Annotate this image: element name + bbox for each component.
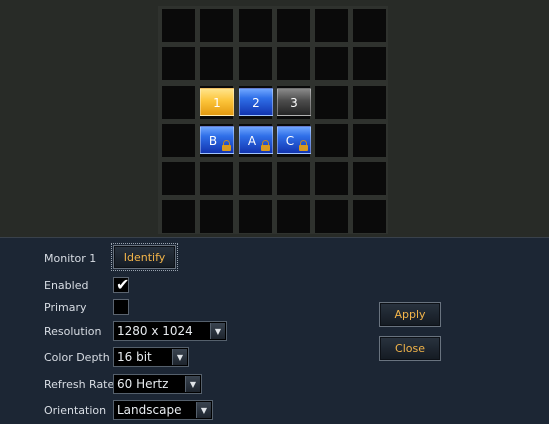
- resolution-label: Resolution: [44, 325, 102, 338]
- grid-cell[interactable]: [277, 47, 310, 80]
- color-depth-label: Color Depth: [44, 351, 110, 364]
- grid-cell[interactable]: [353, 162, 386, 195]
- grid-cell[interactable]: [353, 86, 386, 119]
- monitor-arrangement-preview: 1 2 3 B A C: [0, 0, 549, 238]
- lock-icon: [299, 140, 308, 151]
- enabled-label: Enabled: [44, 279, 89, 292]
- orientation-value: Landscape: [117, 403, 182, 417]
- chevron-down-icon[interactable]: ▼: [196, 402, 211, 418]
- grid-cell[interactable]: [200, 9, 233, 42]
- lock-icon: [261, 140, 270, 151]
- grid-cell[interactable]: [353, 47, 386, 80]
- monitor-tile-2[interactable]: 2: [239, 88, 273, 116]
- refresh-rate-label: Refresh Rate: [44, 378, 115, 391]
- grid-cell[interactable]: [162, 200, 195, 233]
- grid-cell[interactable]: [162, 86, 195, 119]
- monitor-tile-label: 2: [252, 96, 260, 110]
- monitor-tile-label: A: [247, 134, 257, 148]
- monitor-tile-label: 1: [213, 96, 221, 110]
- grid-cell[interactable]: [277, 200, 310, 233]
- color-depth-value: 16 bit: [117, 350, 152, 364]
- monitor-tile-a[interactable]: A: [239, 126, 273, 154]
- grid-cell[interactable]: [200, 47, 233, 80]
- grid-cell[interactable]: [315, 47, 348, 80]
- grid-cell[interactable]: [315, 162, 348, 195]
- grid-cell[interactable]: [353, 9, 386, 42]
- grid-cell[interactable]: [162, 162, 195, 195]
- orientation-select[interactable]: Landscape ▼: [113, 400, 213, 420]
- close-button[interactable]: Close: [379, 336, 441, 361]
- grid-cell[interactable]: [239, 47, 272, 80]
- monitor-tile-b[interactable]: B: [200, 126, 234, 154]
- orientation-label: Orientation: [44, 404, 107, 417]
- grid-cell[interactable]: [353, 200, 386, 233]
- grid-cell[interactable]: [315, 124, 348, 157]
- monitor-tile-1[interactable]: 1: [200, 88, 234, 116]
- grid-cell[interactable]: [239, 9, 272, 42]
- color-depth-select[interactable]: 16 bit ▼: [113, 347, 189, 367]
- resolution-value: 1280 x 1024: [117, 324, 193, 338]
- monitor-grid: 1 2 3 B A C: [158, 6, 388, 234]
- apply-button[interactable]: Apply: [379, 302, 441, 327]
- grid-cell[interactable]: [315, 200, 348, 233]
- grid-cell[interactable]: [277, 162, 310, 195]
- lock-icon: [222, 140, 231, 151]
- refresh-rate-value: 60 Hertz: [117, 377, 169, 391]
- grid-cell[interactable]: [315, 86, 348, 119]
- check-icon: ✔: [116, 275, 130, 294]
- grid-cell[interactable]: [162, 124, 195, 157]
- monitor-tile-label: C: [285, 134, 295, 148]
- grid-cell[interactable]: [162, 47, 195, 80]
- resolution-select[interactable]: 1280 x 1024 ▼: [113, 321, 227, 341]
- grid-cell[interactable]: [200, 162, 233, 195]
- grid-cell[interactable]: [162, 9, 195, 42]
- grid-cell[interactable]: [239, 200, 272, 233]
- grid-cell[interactable]: [315, 9, 348, 42]
- grid-cell[interactable]: [277, 9, 310, 42]
- monitor-tile-c[interactable]: C: [277, 126, 311, 154]
- monitor-tile-3[interactable]: 3: [277, 88, 311, 116]
- monitor-tile-label: 3: [290, 96, 298, 110]
- identify-button[interactable]: Identify: [111, 243, 178, 271]
- chevron-down-icon[interactable]: ▼: [185, 376, 200, 392]
- grid-cell[interactable]: [200, 200, 233, 233]
- primary-label: Primary: [44, 301, 87, 314]
- monitor-tile-label: B: [208, 134, 218, 148]
- grid-cell[interactable]: [239, 162, 272, 195]
- enabled-checkbox[interactable]: ✔: [113, 275, 130, 294]
- monitor-label: Monitor 1: [44, 252, 97, 265]
- grid-cell[interactable]: [353, 124, 386, 157]
- chevron-down-icon[interactable]: ▼: [172, 349, 187, 365]
- refresh-rate-select[interactable]: 60 Hertz ▼: [113, 374, 202, 394]
- chevron-down-icon[interactable]: ▼: [210, 323, 225, 339]
- primary-checkbox[interactable]: ✔: [113, 299, 129, 315]
